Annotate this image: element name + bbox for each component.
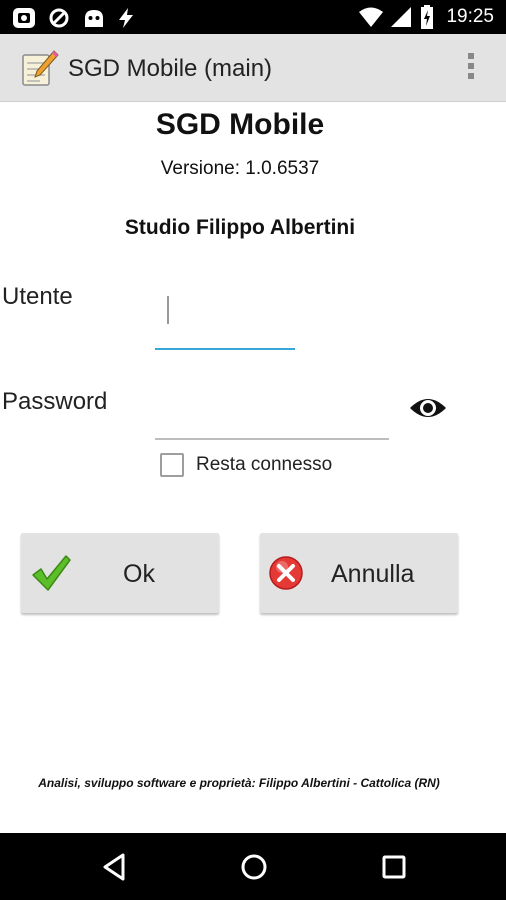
- remember-checkbox[interactable]: [160, 453, 184, 477]
- eye-icon[interactable]: [408, 394, 448, 422]
- cancel-button-label: Annulla: [331, 560, 415, 588]
- user-label: Utente: [2, 283, 73, 310]
- studio-name: Studio Filippo Albertini: [124, 216, 356, 239]
- flash-icon: [119, 8, 133, 28]
- notepad-pencil-icon: [22, 50, 59, 86]
- password-label: Password: [2, 388, 108, 415]
- signal-icon: [391, 7, 411, 27]
- checkmark-icon: [32, 555, 71, 591]
- data-saver-icon: [49, 8, 69, 28]
- android-debug-icon: [85, 10, 103, 27]
- app-title: SGD Mobile (main): [68, 55, 273, 82]
- status-clock: 19:25: [446, 6, 494, 27]
- wifi-icon: [359, 7, 383, 27]
- navigation-bar: [0, 833, 506, 900]
- ok-button-label: Ok: [123, 560, 155, 588]
- remember-label: Resta connesso: [196, 454, 333, 475]
- battery-charging-icon: [421, 5, 433, 29]
- action-bar: SGD Mobile (main): [0, 34, 506, 102]
- recents-icon[interactable]: [378, 851, 410, 883]
- ok-button[interactable]: Ok: [21, 533, 219, 613]
- cancel-icon: [269, 556, 303, 590]
- screenshot-icon: [13, 8, 35, 28]
- status-bar: 19:25: [0, 0, 506, 34]
- app-heading: SGD Mobile: [155, 108, 325, 141]
- footer-credits: Analisi, sviluppo software e proprietà: …: [38, 776, 440, 790]
- home-icon[interactable]: [238, 851, 270, 883]
- version-text: Versione: 1.0.6537: [160, 158, 320, 179]
- back-icon[interactable]: [99, 851, 131, 883]
- more-vert-icon[interactable]: [466, 53, 476, 83]
- text-cursor: [167, 296, 169, 324]
- cancel-button[interactable]: Annulla: [260, 533, 458, 613]
- password-input[interactable]: [155, 390, 389, 440]
- user-input[interactable]: [155, 288, 295, 350]
